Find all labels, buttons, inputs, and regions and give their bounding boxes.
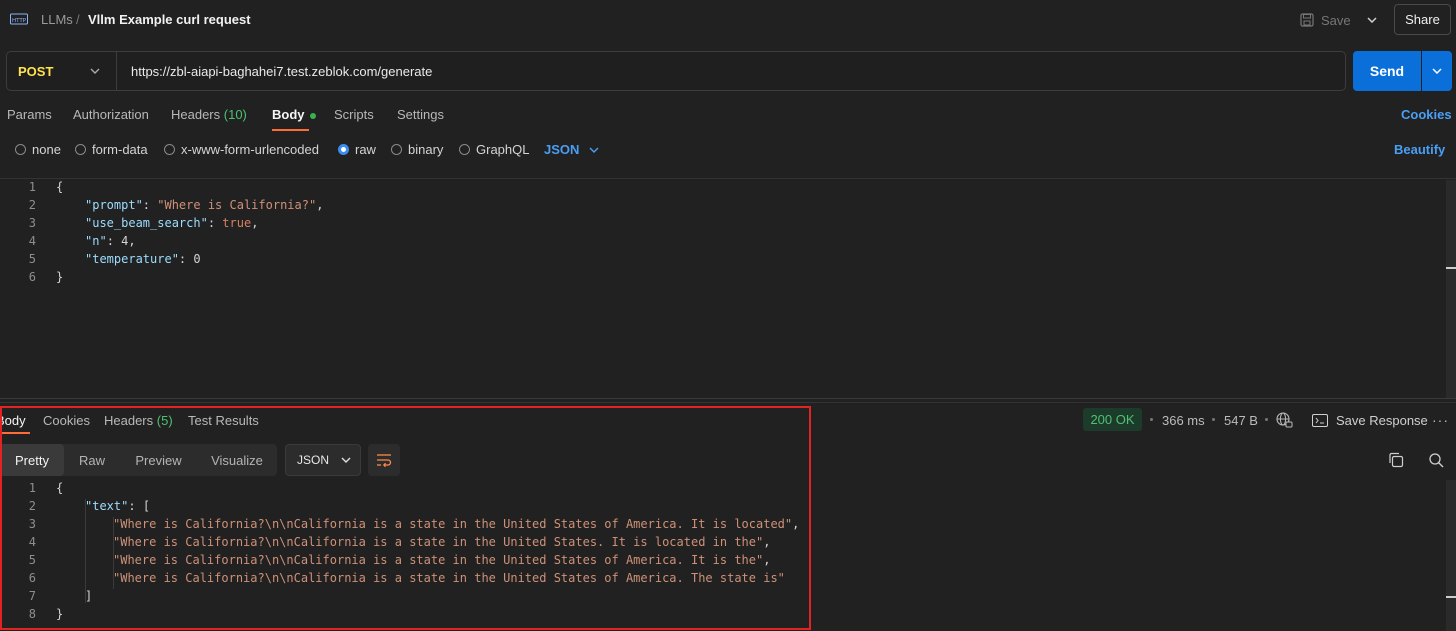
line-number: 5 <box>28 252 36 266</box>
body-type-raw[interactable]: raw <box>338 142 376 157</box>
copy-icon[interactable] <box>1388 452 1404 468</box>
save-button[interactable]: Save <box>1300 8 1351 32</box>
json-key: "temperature" <box>85 252 179 266</box>
save-icon <box>1300 13 1314 27</box>
divider <box>0 178 1456 179</box>
divider <box>0 398 1456 399</box>
cookies-link[interactable]: Cookies <box>1401 107 1452 122</box>
save-response-icon <box>1312 414 1328 427</box>
radio-icon <box>75 144 86 155</box>
url-input[interactable]: https://zbl-aiapi-baghahei7.test.zeblok.… <box>131 64 432 79</box>
raw-format-label: JSON <box>544 142 580 157</box>
json-literal: true <box>222 216 252 230</box>
tab-body-label: Body <box>272 107 305 122</box>
svg-text:HTTP: HTTP <box>12 18 27 24</box>
send-button[interactable]: Send <box>1353 51 1421 91</box>
body-type-form-data[interactable]: form-data <box>75 142 148 157</box>
code-text: "use_beam_search": true, <box>85 216 259 230</box>
body-type-urlencoded[interactable]: x-www-form-urlencoded <box>164 142 319 157</box>
save-response-button[interactable]: Save Response <box>1312 413 1428 428</box>
radio-icon <box>459 144 470 155</box>
modified-dot <box>309 112 316 119</box>
save-response-label: Save Response <box>1336 413 1428 428</box>
chevron-down-icon <box>589 147 599 153</box>
response-scrollbar[interactable] <box>1446 480 1456 631</box>
body-type-graphql[interactable]: GraphQL <box>459 142 529 157</box>
send-options-button[interactable] <box>1422 51 1452 91</box>
code-text: { <box>56 180 64 194</box>
chevron-down-icon <box>1432 68 1442 74</box>
tab-headers[interactable]: Headers (10) <box>171 107 247 122</box>
body-type-raw-label: raw <box>355 142 376 157</box>
divider <box>0 402 1456 403</box>
response-size[interactable]: 547 B <box>1224 413 1258 428</box>
search-icon[interactable] <box>1428 452 1444 468</box>
json-key: "n" <box>85 234 107 248</box>
body-type-binary-label: binary <box>408 142 444 157</box>
more-icon[interactable]: ··· <box>1432 412 1449 428</box>
body-type-none[interactable]: none <box>15 142 61 157</box>
breadcrumb-parent[interactable]: LLMs <box>41 12 73 27</box>
line-number: 6 <box>28 270 36 284</box>
response-time[interactable]: 366 ms <box>1162 413 1205 428</box>
url-bar: POST https://zbl-aiapi-baghahei7.test.ze… <box>6 51 1346 91</box>
request-title[interactable]: Vllm Example curl request <box>88 12 251 27</box>
json-key: "use_beam_search" <box>85 216 208 230</box>
json-string: "Where is California?" <box>157 198 317 212</box>
globe-lock-icon[interactable] <box>1276 412 1293 428</box>
title-bar: HTTP LLMs / Vllm Example curl request Sa… <box>0 0 1456 40</box>
tab-authorization[interactable]: Authorization <box>73 107 149 122</box>
scrollbar-thumb[interactable] <box>1446 596 1456 598</box>
json-number: 0 <box>193 252 201 266</box>
line-number: 3 <box>28 216 36 230</box>
code-text: } <box>56 270 64 284</box>
share-button[interactable]: Share <box>1394 4 1451 35</box>
radio-icon <box>15 144 26 155</box>
body-type-graphql-label: GraphQL <box>476 142 530 157</box>
tab-settings[interactable]: Settings <box>397 107 444 122</box>
chevron-down-icon <box>1367 17 1377 23</box>
separator-dot <box>1265 418 1268 421</box>
code-text: "n": 4, <box>85 234 136 248</box>
status-badge[interactable]: 200 OK <box>1083 408 1142 431</box>
http-icon: HTTP <box>10 13 28 25</box>
body-type-binary[interactable]: binary <box>391 142 443 157</box>
json-key: "prompt" <box>85 198 143 212</box>
line-number: 2 <box>28 198 36 212</box>
tab-headers-label: Headers <box>171 107 221 122</box>
line-number: 4 <box>28 234 36 248</box>
body-type-form-data-label: form-data <box>92 142 148 157</box>
separator-dot <box>1150 418 1153 421</box>
tab-params[interactable]: Params <box>7 107 52 122</box>
separator-dot <box>1212 418 1215 421</box>
save-options-button[interactable] <box>1362 8 1382 32</box>
beautify-button[interactable]: Beautify <box>1394 142 1445 157</box>
chevron-down-icon <box>90 68 100 74</box>
editor-scrollbar[interactable] <box>1446 180 1456 398</box>
code-text: "temperature": 0 <box>85 252 201 266</box>
method-chevron[interactable] <box>87 62 103 80</box>
divider <box>116 52 117 90</box>
body-type-urlencoded-label: x-www-form-urlencoded <box>181 142 319 157</box>
method-select[interactable]: POST <box>18 64 53 79</box>
highlight-box <box>0 406 811 630</box>
active-tab-indicator <box>272 129 309 131</box>
tab-scripts[interactable]: Scripts <box>334 107 374 122</box>
save-label: Save <box>1321 12 1351 28</box>
radio-icon <box>391 144 402 155</box>
body-type-none-label: none <box>32 142 61 157</box>
headers-count: (10) <box>223 107 247 122</box>
code-text: "prompt": "Where is California?", <box>85 198 324 212</box>
line-number: 1 <box>28 180 36 194</box>
scrollbar-thumb[interactable] <box>1446 267 1456 269</box>
radio-icon <box>164 144 175 155</box>
radio-selected-icon <box>338 144 349 155</box>
tab-body[interactable]: Body <box>272 107 316 122</box>
raw-format-select[interactable]: JSON <box>544 142 599 157</box>
breadcrumb-separator: / <box>76 12 80 27</box>
